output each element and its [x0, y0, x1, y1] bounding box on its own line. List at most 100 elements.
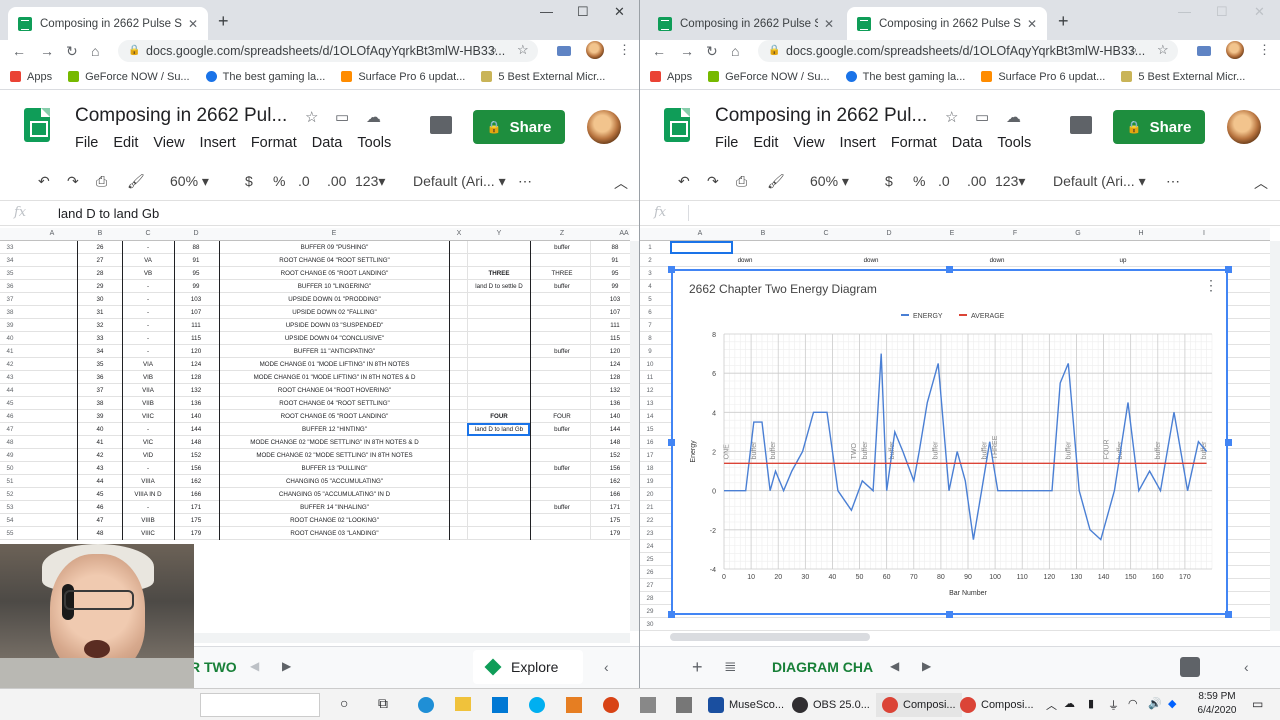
- app-icon[interactable]: [676, 697, 692, 713]
- app-icon[interactable]: [603, 697, 619, 713]
- cell-b[interactable]: 45: [80, 491, 120, 498]
- col-header-b[interactable]: B: [90, 230, 110, 237]
- cell-aa[interactable]: 124: [600, 361, 630, 368]
- cell-b[interactable]: 37: [80, 387, 120, 394]
- table-row[interactable]: 43 36 VIB 128 MODE CHANGE 01 "MODE LIFTING" …: [0, 371, 630, 384]
- font-select[interactable]: Default (Ari... ▾: [413, 173, 506, 190]
- percent-button[interactable]: %: [273, 173, 285, 189]
- col-header-e[interactable]: E: [324, 230, 344, 237]
- scroll-sheets-right-icon[interactable]: ▶: [922, 659, 931, 673]
- redo-icon[interactable]: ↷: [67, 173, 79, 190]
- side-panel-toggle-icon[interactable]: ‹: [1244, 659, 1249, 675]
- resize-handle[interactable]: [946, 266, 953, 273]
- cell-d[interactable]: 166: [176, 491, 216, 498]
- bookmark-surface[interactable]: Surface Pro 6 updat...: [341, 71, 465, 83]
- usb-icon[interactable]: ⏚: [1108, 697, 1119, 713]
- paint-format-icon[interactable]: 🖌: [767, 173, 785, 190]
- row-number[interactable]: 13: [640, 400, 660, 407]
- cortana-icon[interactable]: ○: [340, 695, 348, 711]
- cell-direction[interactable]: up: [1108, 257, 1138, 264]
- cell-b[interactable]: 46: [80, 504, 120, 511]
- scroll-sheets-left-icon[interactable]: ◀: [890, 659, 899, 673]
- col-header-z[interactable]: Z: [552, 230, 572, 237]
- cell-n[interactable]: 41: [0, 348, 20, 355]
- cell-n[interactable]: 53: [0, 504, 20, 511]
- menu-file[interactable]: File: [715, 135, 738, 151]
- star-icon[interactable]: ☆: [305, 108, 318, 126]
- cell-aa[interactable]: 88: [600, 244, 630, 251]
- row-number[interactable]: 8: [640, 335, 660, 342]
- cell-e[interactable]: MODE CHANGE 02 "MODE SETTLING" IN 8TH NO…: [222, 439, 447, 446]
- cell-d[interactable]: 171: [176, 504, 216, 511]
- cell-aa[interactable]: 136: [600, 400, 630, 407]
- cell-n[interactable]: 40: [0, 335, 20, 342]
- row-number[interactable]: 24: [640, 543, 660, 550]
- cell-d[interactable]: 162: [176, 478, 216, 485]
- col-header-b[interactable]: B: [753, 230, 773, 237]
- taskbar-chrome-2[interactable]: Composi...: [960, 693, 1034, 717]
- new-tab-icon[interactable]: +: [218, 11, 229, 32]
- browser-tab[interactable]: Composing in 2662 Pulse Story - G ✕: [648, 7, 844, 40]
- cell-aa[interactable]: 148: [600, 439, 630, 446]
- menu-view[interactable]: View: [793, 135, 824, 151]
- row-number[interactable]: 16: [640, 439, 660, 446]
- cell-aa[interactable]: 144: [600, 426, 630, 433]
- cell-c[interactable]: VIIA: [124, 387, 172, 394]
- bookmark-gaming[interactable]: The best gaming la...: [845, 71, 965, 83]
- menu-insert[interactable]: Insert: [200, 135, 236, 151]
- cell-d[interactable]: 148: [176, 439, 216, 446]
- undo-icon[interactable]: ↶: [38, 173, 50, 190]
- cell-e[interactable]: ROOT CHANGE 03 "LANDING": [222, 530, 447, 537]
- cell-d[interactable]: 115: [176, 335, 216, 342]
- resize-handle[interactable]: [1225, 611, 1232, 618]
- table-row[interactable]: 44 37 VIIA 132 ROOT CHANGE 04 "ROOT HOVERING…: [0, 384, 630, 397]
- minimize-icon[interactable]: —: [540, 4, 553, 19]
- close-window-icon[interactable]: ✕: [614, 4, 625, 20]
- cell-b[interactable]: 34: [80, 348, 120, 355]
- cell-d[interactable]: 99: [176, 283, 216, 290]
- cell-n[interactable]: 52: [0, 491, 20, 498]
- cell-n[interactable]: 46: [0, 413, 20, 420]
- cell-b[interactable]: 48: [80, 530, 120, 537]
- resize-handle[interactable]: [668, 611, 675, 618]
- cell-c[interactable]: -: [124, 504, 172, 511]
- row-number[interactable]: 7: [640, 322, 660, 329]
- home-icon[interactable]: ⌂: [91, 43, 99, 59]
- explore-button[interactable]: Explore: [473, 650, 583, 684]
- cell-d[interactable]: 140: [176, 413, 216, 420]
- col-header-c[interactable]: C: [138, 230, 158, 237]
- cell-aa[interactable]: 175: [600, 517, 630, 524]
- comment-history-icon[interactable]: [430, 116, 452, 134]
- cell-c[interactable]: -: [124, 465, 172, 472]
- bookmark-apps[interactable]: Apps: [10, 71, 52, 83]
- cell-n[interactable]: 47: [0, 426, 20, 433]
- cell-n[interactable]: 33: [0, 244, 20, 251]
- paint-format-icon[interactable]: 🖌: [127, 173, 145, 190]
- extension-icon[interactable]: [1197, 46, 1211, 56]
- cell-c[interactable]: VIIIA IN D: [124, 491, 172, 498]
- cell-aa[interactable]: 179: [600, 530, 630, 537]
- col-header-f[interactable]: F: [1005, 230, 1025, 237]
- bookmark-mic[interactable]: 5 Best External Micr...: [481, 71, 605, 83]
- bookmark-mic[interactable]: 5 Best External Micr...: [1121, 71, 1245, 83]
- row-number[interactable]: 14: [640, 413, 660, 420]
- cell-z[interactable]: buffer: [532, 244, 592, 251]
- store-icon[interactable]: [492, 697, 508, 713]
- bookmark-star-icon[interactable]: ☆: [517, 42, 529, 58]
- col-header-a[interactable]: A: [42, 230, 62, 237]
- cell-aa[interactable]: 111: [600, 322, 630, 329]
- resize-handle[interactable]: [1225, 266, 1232, 273]
- browser-tab[interactable]: Composing in 2662 Pulse Story - G ✕: [8, 7, 208, 40]
- cell-b[interactable]: 38: [80, 400, 120, 407]
- table-row[interactable]: 39 32-111 UPSIDE DOWN 03 "SUSPENDED" 111: [0, 319, 630, 332]
- cell-c[interactable]: VIIB: [124, 400, 172, 407]
- profile-avatar[interactable]: [1226, 41, 1244, 59]
- app-icon[interactable]: [640, 697, 656, 713]
- menu-data[interactable]: Data: [952, 135, 983, 151]
- table-row[interactable]: 35 28 VB 95 ROOT CHANGE 05 "ROOT LANDING" THR…: [0, 267, 630, 280]
- more-options-icon[interactable]: ⋯: [1166, 173, 1180, 190]
- cell-e[interactable]: CHANGING 05 "ACCUMULATING": [222, 478, 447, 485]
- menu-file[interactable]: File: [75, 135, 98, 151]
- cell-aa[interactable]: 140: [600, 413, 630, 420]
- cloud-saved-icon[interactable]: ☁: [1006, 108, 1021, 126]
